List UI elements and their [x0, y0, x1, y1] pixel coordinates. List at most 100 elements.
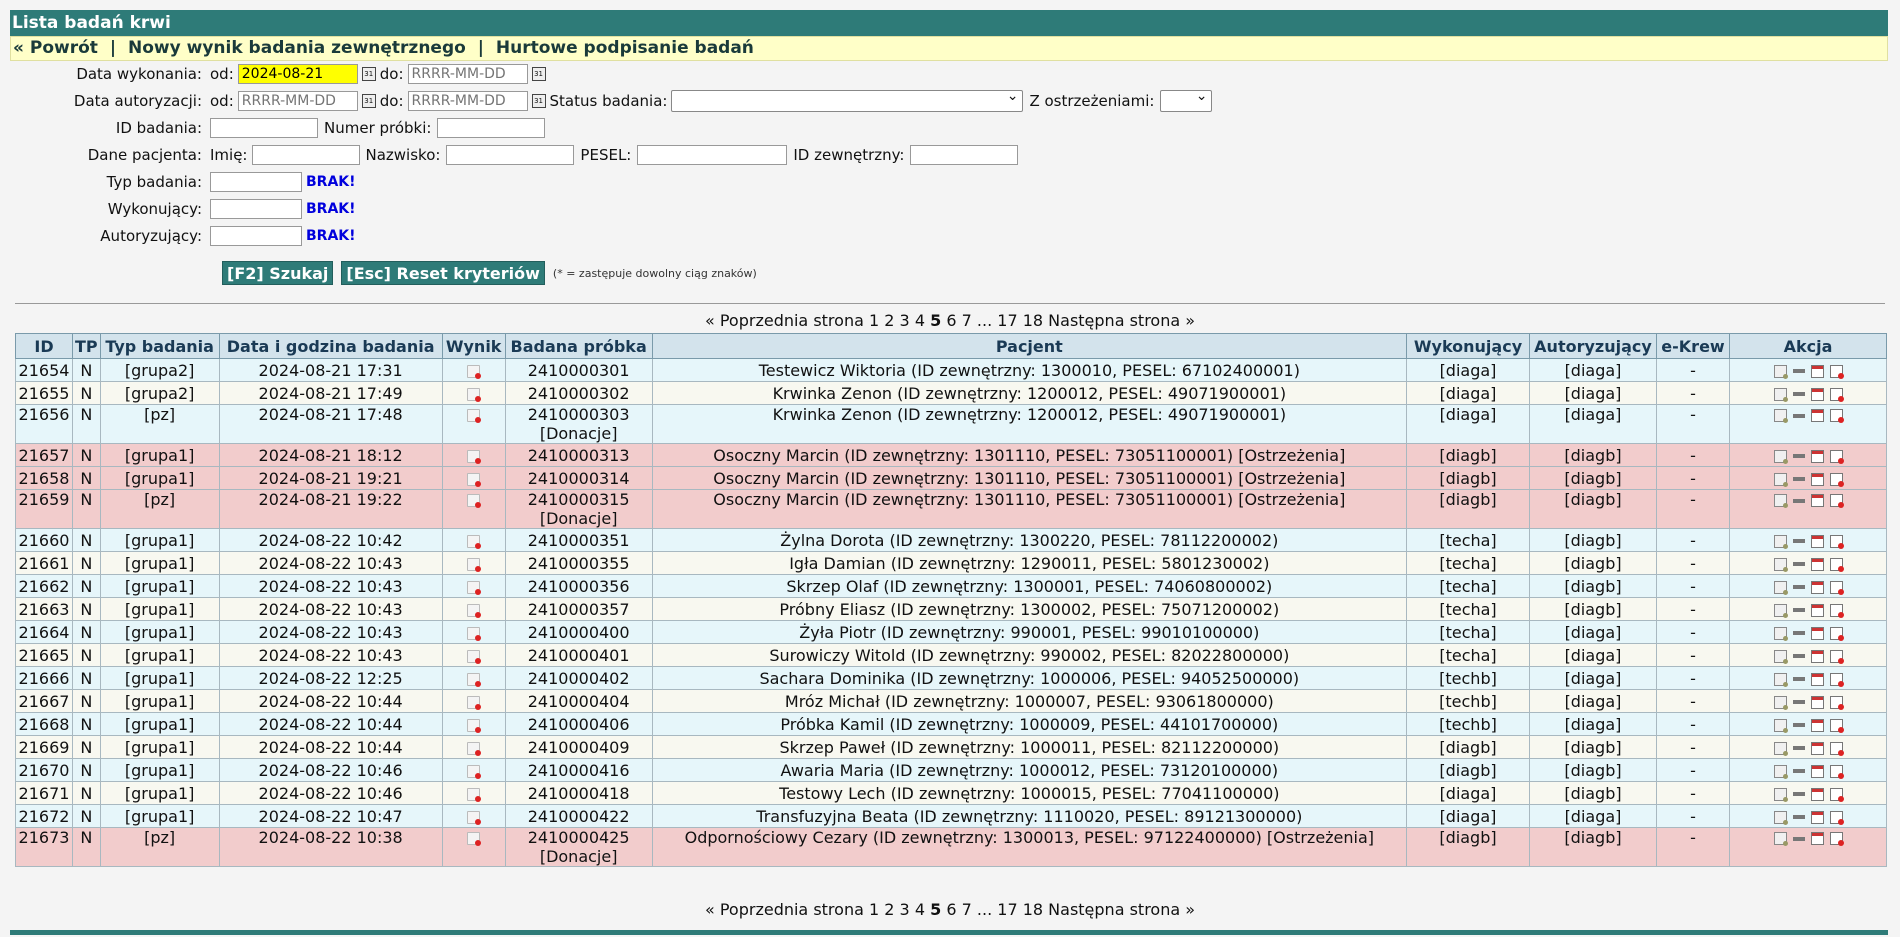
pdf-icon[interactable] [1829, 580, 1844, 595]
document-icon[interactable] [1810, 810, 1824, 824]
prev-page-link[interactable]: « Poprzednia strona [705, 311, 864, 330]
warnings-select[interactable] [1160, 88, 1213, 112]
col-header-sample[interactable]: Badana próbka [504, 333, 653, 359]
calendar-icon[interactable]: 31 [361, 67, 376, 81]
result-icon[interactable] [467, 649, 482, 664]
minus-icon[interactable] [1792, 792, 1805, 796]
page-link[interactable]: 7 [962, 311, 972, 330]
document-icon[interactable] [1810, 603, 1824, 617]
external-id-input[interactable] [910, 145, 1019, 165]
pdf-icon[interactable] [1829, 603, 1844, 618]
col-header-patient[interactable]: Pacjent [651, 333, 1408, 359]
result-icon[interactable] [467, 672, 482, 687]
col-header-performer[interactable]: Wykonujący [1406, 333, 1530, 359]
edit-icon[interactable] [1773, 387, 1788, 402]
result-icon[interactable] [467, 626, 482, 641]
study-type-input[interactable] [210, 172, 302, 192]
pdf-icon[interactable] [1829, 364, 1844, 379]
result-icon[interactable] [467, 472, 482, 487]
result-icon[interactable] [467, 580, 482, 595]
edit-icon[interactable] [1773, 649, 1788, 664]
pesel-input[interactable] [637, 145, 788, 165]
pdf-icon[interactable] [1829, 626, 1844, 641]
study-id-input[interactable] [210, 118, 318, 138]
calendar-icon[interactable]: 31 [531, 94, 546, 108]
result-icon[interactable] [467, 741, 482, 756]
result-icon[interactable] [467, 494, 482, 508]
result-icon[interactable] [467, 787, 482, 802]
minus-icon[interactable] [1792, 369, 1805, 373]
pdf-icon[interactable] [1829, 764, 1844, 779]
sample-number-input[interactable] [437, 118, 546, 138]
back-link[interactable]: « Powrót [13, 38, 98, 58]
result-icon[interactable] [467, 557, 482, 572]
col-header-tp[interactable]: TP [72, 333, 101, 359]
calendar-icon[interactable]: 31 [361, 94, 376, 108]
edit-icon[interactable] [1773, 409, 1788, 423]
sample-tag[interactable]: [Donacje] [508, 509, 650, 528]
document-icon[interactable] [1810, 494, 1824, 507]
page-link[interactable]: 1 [869, 900, 879, 919]
status-select[interactable] [671, 88, 1024, 112]
document-icon[interactable] [1810, 832, 1824, 845]
document-icon[interactable] [1810, 409, 1824, 422]
minus-icon[interactable] [1792, 454, 1805, 458]
result-icon[interactable] [467, 409, 482, 423]
sample-tag[interactable]: [Donacje] [508, 424, 650, 443]
document-icon[interactable] [1810, 626, 1824, 640]
pdf-icon[interactable] [1829, 741, 1844, 756]
document-icon[interactable] [1810, 449, 1824, 463]
result-icon[interactable] [467, 718, 482, 733]
edit-icon[interactable] [1773, 787, 1788, 802]
edit-icon[interactable] [1773, 626, 1788, 641]
result-icon[interactable] [467, 695, 482, 710]
result-icon[interactable] [467, 764, 482, 779]
search-button[interactable]: [F2] Szukaj [222, 261, 334, 285]
pdf-icon[interactable] [1829, 557, 1844, 572]
prev-page-link[interactable]: « Poprzednia strona [705, 900, 864, 919]
col-header-result[interactable]: Wynik [441, 333, 506, 359]
minus-icon[interactable] [1792, 815, 1805, 819]
page-link[interactable]: 18 [1023, 311, 1043, 330]
pdf-icon[interactable] [1829, 409, 1844, 423]
minus-icon[interactable] [1792, 769, 1805, 773]
document-icon[interactable] [1810, 472, 1824, 486]
pdf-icon[interactable] [1829, 387, 1844, 402]
document-icon[interactable] [1810, 672, 1824, 686]
page-link[interactable]: 17 [997, 311, 1017, 330]
page-link[interactable]: 17 [997, 900, 1017, 919]
pdf-icon[interactable] [1829, 494, 1844, 508]
pdf-icon[interactable] [1829, 449, 1844, 464]
authorizer-input[interactable] [210, 226, 302, 246]
result-icon[interactable] [467, 832, 482, 846]
minus-icon[interactable] [1792, 631, 1805, 635]
page-link[interactable]: 4 [915, 900, 925, 919]
reset-button[interactable]: [Esc] Reset kryteriów [341, 261, 545, 285]
document-icon[interactable] [1810, 534, 1824, 548]
col-header-ekrew[interactable]: e-Krew [1656, 333, 1730, 359]
first-name-input[interactable] [251, 145, 360, 165]
date-exec-from-input[interactable] [237, 64, 358, 84]
document-icon[interactable] [1810, 580, 1824, 594]
edit-icon[interactable] [1773, 449, 1788, 464]
minus-icon[interactable] [1792, 608, 1805, 612]
pdf-icon[interactable] [1829, 472, 1844, 487]
result-icon[interactable] [467, 534, 482, 549]
document-icon[interactable] [1810, 387, 1824, 401]
edit-icon[interactable] [1773, 494, 1788, 508]
col-header-date[interactable]: Data i godzina badania [218, 333, 443, 359]
new-external-result-link[interactable]: Nowy wynik badania zewnętrznego [128, 38, 466, 58]
minus-icon[interactable] [1792, 562, 1805, 566]
page-link[interactable]: 4 [915, 311, 925, 330]
document-icon[interactable] [1810, 764, 1824, 778]
next-page-link[interactable]: Następna strona » [1048, 311, 1195, 330]
result-icon[interactable] [467, 810, 482, 825]
sample-tag[interactable]: [Donacje] [508, 847, 650, 866]
edit-icon[interactable] [1773, 603, 1788, 618]
pdf-icon[interactable] [1829, 695, 1844, 710]
document-icon[interactable] [1810, 787, 1824, 801]
page-link[interactable]: 3 [900, 900, 910, 919]
minus-icon[interactable] [1792, 654, 1805, 658]
last-name-input[interactable] [446, 145, 575, 165]
edit-icon[interactable] [1773, 695, 1788, 710]
